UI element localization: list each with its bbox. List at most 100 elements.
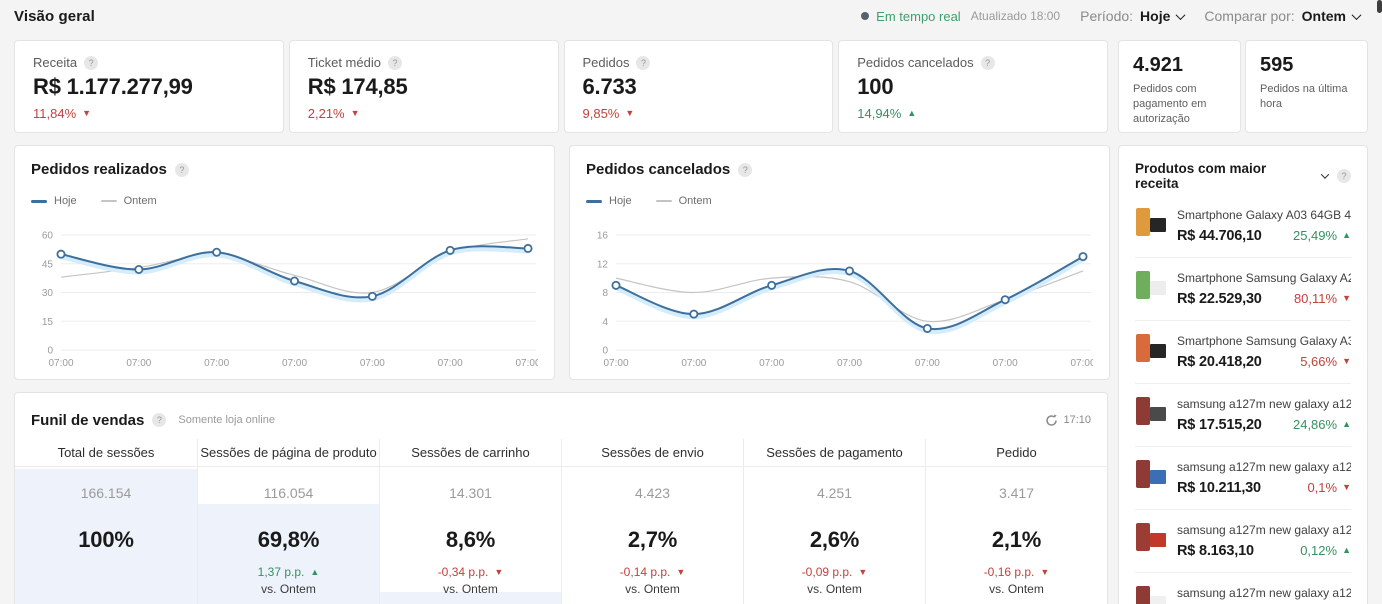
trend-arrow-icon: ▼ [676, 568, 685, 577]
product-item[interactable]: samsung a127m new galaxy a12 64gb… R$ 17… [1135, 383, 1351, 446]
svg-text:16: 16 [597, 231, 609, 242]
kpi-label: Pedidos [583, 55, 630, 70]
help-icon[interactable]: ? [152, 413, 166, 427]
help-icon[interactable]: ? [981, 56, 995, 70]
kpi-label: Pedidos cancelados [857, 55, 973, 70]
product-item[interactable]: Smartphone Galaxy A03 64GB 4G Wi-… R$ 44… [1135, 195, 1351, 257]
product-delta: 0,1% ▼ [1307, 480, 1351, 495]
svg-text:07:00: 07:00 [48, 358, 73, 369]
legend-label: Hoje [54, 195, 77, 207]
chart-title: Pedidos realizados [31, 161, 167, 178]
funnel-header: Funil de vendas ? Somente loja online 17… [15, 407, 1107, 433]
svg-text:07:00: 07:00 [204, 358, 229, 369]
help-icon[interactable]: ? [84, 56, 98, 70]
legend-line-icon [31, 200, 47, 203]
period-value: Hoje [1140, 8, 1170, 24]
product-image [1135, 334, 1167, 366]
trend-arrow-icon: ▼ [351, 109, 360, 118]
scrollbar-thumb[interactable] [1377, 0, 1382, 13]
product-name: samsung a127m new galaxy a12 64gb… [1177, 523, 1351, 537]
product-item[interactable]: samsung a127m new galaxy a12 64gb… R$ 8.… [1135, 509, 1351, 572]
funnel-percent: 2,7% [562, 527, 743, 553]
kpi-value: R$ 1.177.277,99 [33, 74, 265, 100]
legend-label: Ontem [124, 195, 157, 207]
dashboard-page: Visão geral Em tempo real Atualizado 18:… [0, 0, 1382, 604]
kpi-delta: 11,84% ▼ [33, 106, 265, 121]
funnel-col-header: Pedido [926, 439, 1107, 467]
product-delta: 25,49% ▲ [1293, 228, 1351, 243]
funnel-percent: 69,8% [198, 527, 379, 553]
kpi-delta-value: 11,84% [33, 106, 76, 121]
funnel-count: 166.154 [15, 467, 197, 501]
trend-arrow-icon: ▼ [1342, 294, 1351, 303]
product-delta: 0,12% ▲ [1300, 543, 1351, 558]
trend-arrow-icon: ▼ [494, 568, 503, 577]
product-delta-value: 24,86% [1293, 417, 1337, 432]
chevron-down-icon [1321, 170, 1329, 178]
help-icon[interactable]: ? [1337, 169, 1351, 183]
left-column: Receita ? R$ 1.177.277,99 11,84% ▼ Ticke… [14, 40, 1108, 604]
product-delta-value: 0,12% [1300, 543, 1337, 558]
chart-title: Pedidos cancelados [586, 161, 730, 178]
products-dropdown-header[interactable]: Produtos com maior receita ? [1135, 161, 1351, 191]
funnel-delta-value: -0,34 p.p. [438, 565, 489, 579]
kpi-value: R$ 174,85 [308, 74, 540, 100]
product-revenue: R$ 17.515,20 [1177, 417, 1262, 433]
product-delta-value: 0,1% [1307, 480, 1337, 495]
kpi-delta-value: 14,94% [857, 106, 901, 121]
funnel-percent: 2,1% [926, 527, 1107, 553]
chart-legend: Hoje Ontem [586, 195, 1093, 207]
svg-text:60: 60 [42, 231, 54, 242]
realtime-dot-icon [861, 12, 869, 20]
kpi-delta: 14,94% ▲ [857, 106, 1089, 121]
right-column: 4.921 Pedidos com pagamento em autorizaç… [1118, 40, 1368, 604]
svg-text:07:00: 07:00 [1070, 358, 1093, 369]
kpi-label: Ticket médio [308, 55, 381, 70]
product-item[interactable]: Smartphone Samsung Galaxy A22 12… R$ 22.… [1135, 257, 1351, 320]
period-dropdown[interactable]: Hoje [1140, 8, 1184, 24]
svg-text:07:00: 07:00 [993, 358, 1018, 369]
kpi-card-pedidos: Pedidos ? 6.733 9,85% ▼ [564, 40, 834, 133]
funnel-col-sessoes-pagina-produto: Sessões de página de produto 116.054 69,… [197, 439, 379, 604]
product-name: samsung a127m new galaxy a12 64gb… [1177, 397, 1351, 411]
legend-item-ontem[interactable]: Ontem [656, 195, 712, 207]
svg-text:12: 12 [597, 259, 609, 270]
sales-funnel-card: Funil de vendas ? Somente loja online 17… [14, 392, 1108, 604]
product-revenue: R$ 8.163,10 [1177, 543, 1254, 559]
refresh-button[interactable] [1045, 414, 1058, 427]
funnel-delta-value: 1,37 p.p. [258, 565, 305, 579]
kpi-delta-value: 2,21% [308, 106, 345, 121]
chart-legend: Hoje Ontem [31, 195, 538, 207]
main-layout: Receita ? R$ 1.177.277,99 11,84% ▼ Ticke… [0, 32, 1382, 604]
product-item[interactable]: samsung a127m new galaxy a12 64gb… R$ 7.… [1135, 572, 1351, 604]
top-products-card: Produtos com maior receita ? Smartphone … [1118, 145, 1368, 604]
legend-item-hoje[interactable]: Hoje [31, 195, 77, 207]
funnel-count: 4.423 [562, 467, 743, 501]
trend-arrow-icon: ▲ [1342, 420, 1351, 429]
funnel-count: 3.417 [926, 467, 1107, 501]
help-icon[interactable]: ? [388, 56, 402, 70]
svg-text:30: 30 [42, 288, 54, 299]
product-name: samsung a127m new galaxy a12 64gb… [1177, 586, 1351, 600]
trend-arrow-icon: ▼ [1342, 357, 1351, 366]
stat-value: 595 [1260, 54, 1353, 77]
legend-item-ontem[interactable]: Ontem [101, 195, 157, 207]
funnel-vs-label: vs. Ontem [744, 582, 925, 596]
product-item[interactable]: samsung a127m new galaxy a12 64gb… R$ 10… [1135, 446, 1351, 509]
compare-label: Comparar por: [1204, 8, 1294, 24]
svg-text:45: 45 [42, 259, 54, 270]
funnel-delta: -0,34 p.p. ▼ [380, 565, 561, 579]
svg-text:07:00: 07:00 [438, 358, 463, 369]
legend-item-hoje[interactable]: Hoje [586, 195, 632, 207]
funnel-col-sessoes-carrinho: Sessões de carrinho 14.301 8,6% -0,34 p.… [379, 439, 561, 604]
help-icon[interactable]: ? [636, 56, 650, 70]
funnel-delta-value: -0,09 p.p. [802, 565, 853, 579]
product-item[interactable]: Smartphone Samsung Galaxy A32 12… R$ 20.… [1135, 320, 1351, 383]
funnel-vs-label: vs. Ontem [926, 582, 1107, 596]
page-title: Visão geral [14, 8, 95, 25]
funnel-col-header: Sessões de página de produto [198, 439, 379, 467]
funnel-columns: Total de sessões 166.154 100% [15, 439, 1107, 604]
compare-dropdown[interactable]: Ontem [1302, 8, 1360, 24]
help-icon[interactable]: ? [175, 163, 189, 177]
help-icon[interactable]: ? [738, 163, 752, 177]
